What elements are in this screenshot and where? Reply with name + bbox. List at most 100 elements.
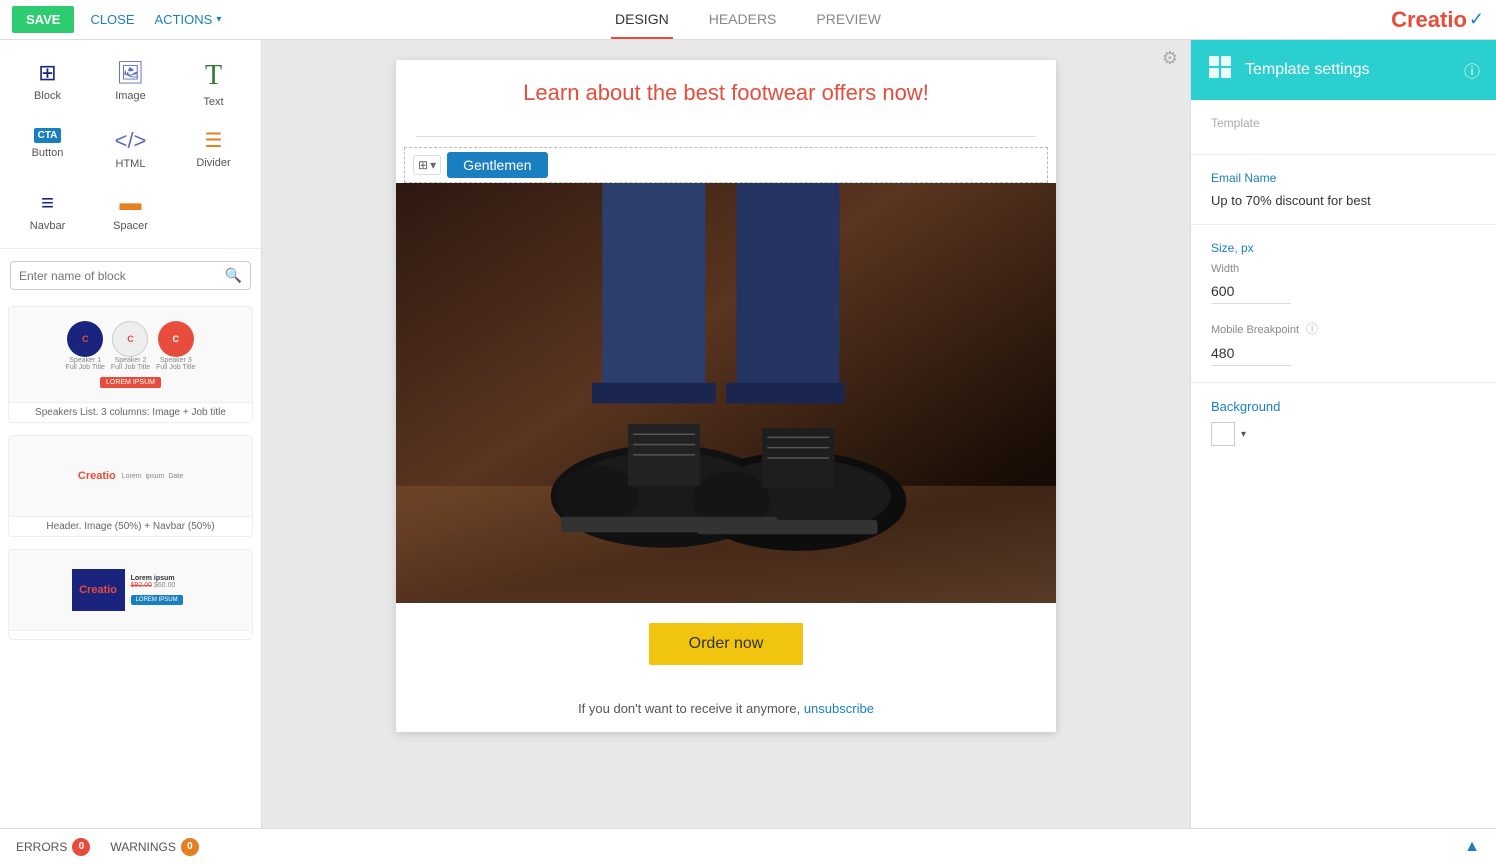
shoe-svg: [396, 183, 1056, 603]
html-icon: </>: [115, 128, 147, 154]
header-block-label: Header. Image (50%) + Navbar (50%): [9, 516, 252, 536]
footer-text: If you don't want to receive it anymore,: [578, 701, 804, 716]
errors-badge: 0: [72, 838, 90, 856]
warnings-item[interactable]: WARNINGS 0: [110, 838, 199, 856]
tab-move-icon[interactable]: ⊞: [418, 158, 428, 172]
divider-icon: ☰: [205, 128, 223, 153]
breakpoint-info-icon[interactable]: ⓘ: [1306, 322, 1318, 336]
widget-html[interactable]: </> HTML: [91, 120, 170, 178]
blocks-list: C Speaker 1 Full Job Title C Speaker 2 F…: [0, 298, 261, 828]
canvas-image: [396, 183, 1056, 603]
main-layout: ⊞ Block 🖼 Image T Text CTA Button </> HT…: [0, 40, 1496, 828]
product-block-label: [9, 630, 252, 639]
search-icon: 🔍: [225, 267, 242, 284]
logo-checkmark-icon: ✓: [1469, 9, 1484, 30]
canvas-headline: Learn about the best footwear offers now…: [416, 80, 1036, 106]
widget-text[interactable]: T Text: [174, 52, 253, 116]
color-dropdown-arrow[interactable]: ▾: [1241, 429, 1246, 440]
errors-item[interactable]: ERRORS 0: [16, 838, 90, 856]
color-picker-row: ▾: [1211, 422, 1476, 446]
template-icon: [1207, 54, 1233, 86]
close-button[interactable]: CLOSE: [90, 12, 134, 27]
info-icon[interactable]: ⓘ: [1464, 58, 1480, 82]
widget-html-label: HTML: [116, 158, 146, 170]
template-label: Template: [1211, 116, 1476, 130]
text-icon: T: [205, 60, 222, 92]
navbar-icon: ≡: [41, 190, 54, 216]
breakpoint-section: Mobile Breakpoint ⓘ: [1191, 320, 1496, 382]
canvas-toolbar: ⚙: [1162, 48, 1178, 69]
widget-text-label: Text: [203, 96, 223, 108]
list-item[interactable]: Creatio Lorem ipsum Date Header. Image (…: [8, 435, 253, 537]
tab-bar-row: ⊞ ▾ Gentlemen: [404, 147, 1048, 183]
tab-controls: ⊞ ▾: [413, 155, 441, 175]
widget-divider[interactable]: ☰ Divider: [174, 120, 253, 178]
width-input[interactable]: [1211, 279, 1291, 304]
gentlemen-tab[interactable]: Gentlemen: [447, 152, 547, 178]
actions-button[interactable]: ACTIONS ▾: [155, 12, 222, 27]
search-input[interactable]: [19, 269, 225, 283]
size-label: Size, px: [1211, 241, 1476, 255]
email-name-section: Email Name Up to 70% discount for best: [1191, 155, 1496, 224]
email-name-value: Up to 70% discount for best: [1211, 193, 1476, 208]
logo-text: Creatio: [1391, 7, 1467, 33]
widget-cta-label: Button: [32, 147, 64, 159]
email-canvas: Learn about the best footwear offers now…: [396, 60, 1056, 732]
search-bar[interactable]: 🔍: [10, 261, 251, 290]
breakpoint-label: Mobile Breakpoint ⓘ: [1211, 320, 1476, 337]
header-preview: Creatio Lorem ipsum Date: [9, 436, 252, 516]
widget-spacer[interactable]: ▬ Spacer: [91, 182, 170, 240]
image-icon: 🖼: [117, 60, 145, 86]
widget-block[interactable]: ⊞ Block: [8, 52, 87, 116]
canvas-header: Learn about the best footwear offers now…: [396, 60, 1056, 126]
actions-arrow-icon: ▾: [216, 14, 221, 25]
widget-spacer-label: Spacer: [113, 220, 148, 232]
spacer-icon: ▬: [120, 190, 142, 216]
speakers-block-label: Speakers List. 3 columns: Image + Job ti…: [9, 402, 252, 422]
widget-block-label: Block: [34, 90, 61, 102]
actions-label: ACTIONS: [155, 12, 213, 27]
sidebar-header-title: Template settings: [1245, 61, 1452, 79]
product-preview: Creatio Lorem ipsum $92.00 $60.00 LOREM …: [9, 550, 252, 630]
warnings-label: WARNINGS: [110, 840, 176, 854]
canvas-footer: If you don't want to receive it anymore,…: [396, 685, 1056, 732]
widget-grid: ⊞ Block 🖼 Image T Text CTA Button </> HT…: [0, 40, 261, 244]
gear-icon[interactable]: ⚙: [1162, 48, 1178, 68]
tab-bar: DESIGN HEADERS PREVIEW: [611, 1, 885, 39]
sidebar-header: Template settings ⓘ: [1191, 40, 1496, 100]
width-label: Width: [1211, 263, 1476, 275]
list-item[interactable]: Creatio Lorem ipsum $92.00 $60.00 LOREM …: [8, 549, 253, 640]
background-section: Background ▾: [1191, 383, 1496, 462]
errors-label: ERRORS: [16, 840, 67, 854]
unsubscribe-link[interactable]: unsubscribe: [804, 701, 874, 716]
topbar-logo: Creatio ✓: [1391, 7, 1484, 33]
sidebar-divider: [0, 248, 261, 249]
email-name-label: Email Name: [1211, 171, 1476, 185]
warnings-badge: 0: [181, 838, 199, 856]
bottom-bar: ERRORS 0 WARNINGS 0 ▲: [0, 828, 1496, 864]
size-section: Size, px Width: [1191, 225, 1496, 320]
widget-image[interactable]: 🖼 Image: [91, 52, 170, 116]
right-sidebar: Template settings ⓘ Template Email Name …: [1190, 40, 1496, 828]
widget-cta[interactable]: CTA Button: [8, 120, 87, 178]
tab-design[interactable]: DESIGN: [611, 1, 673, 39]
list-item[interactable]: C Speaker 1 Full Job Title C Speaker 2 F…: [8, 306, 253, 423]
template-section: Template: [1191, 100, 1496, 154]
color-swatch[interactable]: [1211, 422, 1235, 446]
block-icon: ⊞: [38, 60, 56, 86]
widget-navbar[interactable]: ≡ Navbar: [8, 182, 87, 240]
speakers-preview: C Speaker 1 Full Job Title C Speaker 2 F…: [9, 307, 252, 402]
collapse-icon[interactable]: ▲: [1464, 838, 1480, 856]
breakpoint-input[interactable]: [1211, 341, 1291, 366]
tab-preview[interactable]: PREVIEW: [812, 1, 885, 39]
order-now-button[interactable]: Order now: [649, 623, 804, 665]
cta-icon: CTA: [34, 128, 62, 143]
background-label: Background: [1211, 399, 1476, 414]
widget-image-label: Image: [115, 90, 146, 102]
widget-navbar-label: Navbar: [30, 220, 65, 232]
tab-dropdown-icon[interactable]: ▾: [430, 158, 436, 172]
widget-divider-label: Divider: [196, 157, 230, 169]
tab-headers[interactable]: HEADERS: [705, 1, 781, 39]
save-button[interactable]: SAVE: [12, 6, 74, 33]
left-sidebar: ⊞ Block 🖼 Image T Text CTA Button </> HT…: [0, 40, 262, 828]
